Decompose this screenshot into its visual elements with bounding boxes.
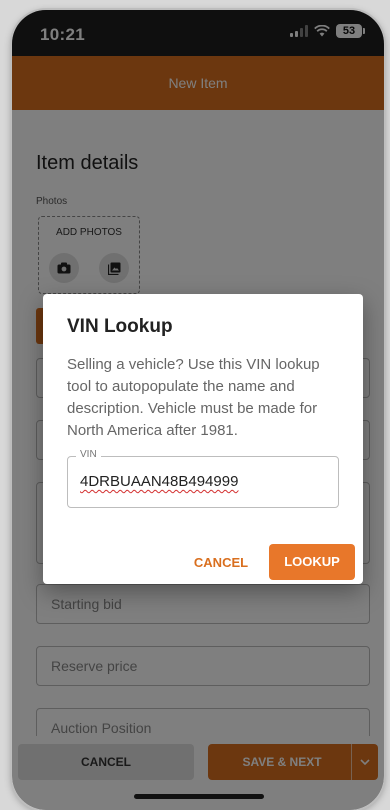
vin-label: VIN bbox=[76, 449, 101, 460]
lookup-button[interactable]: LOOKUP bbox=[269, 544, 355, 580]
vin-value: 4DRBUAAN48B494999 bbox=[80, 473, 239, 490]
vin-lookup-dialog: VIN Lookup Selling a vehicle? Use this V… bbox=[43, 294, 363, 584]
dialog-cancel-button[interactable]: CANCEL bbox=[189, 546, 253, 580]
vin-input[interactable]: VIN 4DRBUAAN48B494999 bbox=[67, 449, 339, 508]
dialog-body: Selling a vehicle? Use this VIN lookup t… bbox=[67, 356, 320, 439]
dialog-title: VIN Lookup bbox=[67, 316, 173, 337]
home-indicator[interactable] bbox=[134, 794, 264, 799]
phone-screen: 10:21 53 New Item Item details Photos AD… bbox=[12, 10, 384, 810]
